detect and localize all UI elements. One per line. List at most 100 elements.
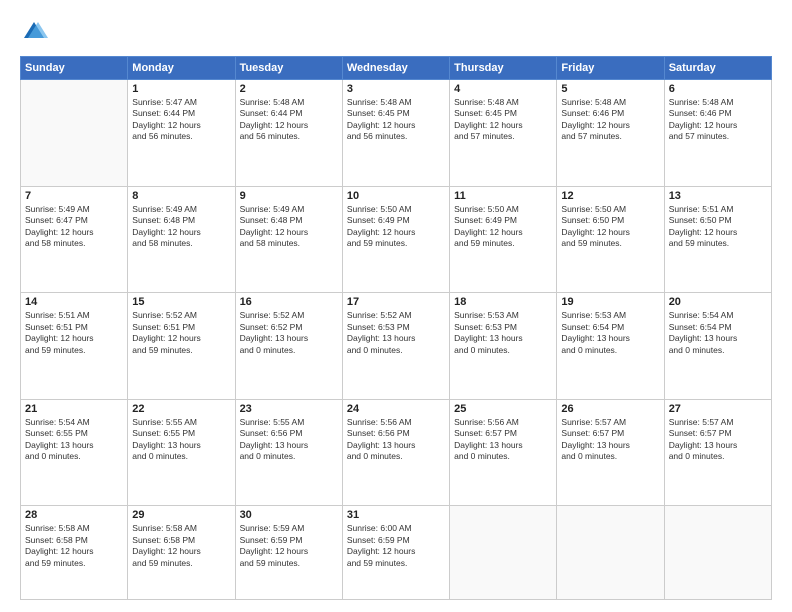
day-info: Sunrise: 5:55 AMSunset: 6:55 PMDaylight:… bbox=[132, 417, 230, 463]
day-info: Sunrise: 5:56 AMSunset: 6:56 PMDaylight:… bbox=[347, 417, 445, 463]
day-number: 24 bbox=[347, 403, 445, 415]
day-number: 21 bbox=[25, 403, 123, 415]
weekday-header: Saturday bbox=[664, 57, 771, 80]
calendar-cell: 6Sunrise: 5:48 AMSunset: 6:46 PMDaylight… bbox=[664, 80, 771, 187]
day-info: Sunrise: 5:48 AMSunset: 6:44 PMDaylight:… bbox=[240, 97, 338, 143]
day-number: 11 bbox=[454, 190, 552, 202]
logo bbox=[20, 18, 52, 46]
calendar-cell: 23 Sunrise: 5:55 AMSunset: 6:56 PMDayligh… bbox=[235, 399, 342, 506]
calendar-page: SundayMondayTuesdayWednesdayThursdayFrid… bbox=[0, 0, 792, 612]
calendar-cell: 29 Sunrise: 5:58 AMSunset: 6:58 PMDayligh… bbox=[128, 506, 235, 600]
calendar-cell: 22 Sunrise: 5:55 AMSunset: 6:55 PMDayligh… bbox=[128, 399, 235, 506]
day-info: Sunrise: 5:55 AMSunset: 6:56 PMDaylight:… bbox=[240, 417, 338, 463]
logo-icon bbox=[20, 18, 48, 46]
calendar-cell: 25 Sunrise: 5:56 AMSunset: 6:57 PMDayligh… bbox=[450, 399, 557, 506]
day-number: 3 bbox=[347, 83, 445, 95]
day-number: 4 bbox=[454, 83, 552, 95]
calendar-table: SundayMondayTuesdayWednesdayThursdayFrid… bbox=[20, 56, 772, 600]
day-info: Sunrise: 5:52 AMSunset: 6:52 PMDaylight:… bbox=[240, 310, 338, 356]
day-number: 25 bbox=[454, 403, 552, 415]
day-info: Sunrise: 5:56 AMSunset: 6:57 PMDaylight:… bbox=[454, 417, 552, 463]
weekday-header: Thursday bbox=[450, 57, 557, 80]
day-info: Sunrise: 5:52 AMSunset: 6:53 PMDaylight:… bbox=[347, 310, 445, 356]
weekday-header: Friday bbox=[557, 57, 664, 80]
day-info: Sunrise: 5:48 AMSunset: 6:45 PMDaylight:… bbox=[347, 97, 445, 143]
day-number: 1 bbox=[132, 83, 230, 95]
day-number: 26 bbox=[561, 403, 659, 415]
calendar-cell bbox=[664, 506, 771, 600]
calendar-cell: 4Sunrise: 5:48 AMSunset: 6:45 PMDaylight… bbox=[450, 80, 557, 187]
day-info: Sunrise: 5:49 AMSunset: 6:47 PMDaylight:… bbox=[25, 204, 123, 250]
day-number: 30 bbox=[240, 509, 338, 521]
calendar-cell bbox=[557, 506, 664, 600]
day-number: 16 bbox=[240, 296, 338, 308]
calendar-cell: 27 Sunrise: 5:57 AMSunset: 6:57 PMDayligh… bbox=[664, 399, 771, 506]
day-number: 14 bbox=[25, 296, 123, 308]
day-number: 23 bbox=[240, 403, 338, 415]
day-number: 10 bbox=[347, 190, 445, 202]
day-info: Sunrise: 5:58 AMSunset: 6:58 PMDaylight:… bbox=[25, 523, 123, 569]
day-info: Sunrise: 5:57 AMSunset: 6:57 PMDaylight:… bbox=[669, 417, 767, 463]
weekday-header: Monday bbox=[128, 57, 235, 80]
calendar-cell: 9Sunrise: 5:49 AMSunset: 6:48 PMDaylight… bbox=[235, 186, 342, 293]
day-number: 8 bbox=[132, 190, 230, 202]
calendar-cell: 8 Sunrise: 5:49 AMSunset: 6:48 PMDaylight… bbox=[128, 186, 235, 293]
day-info: Sunrise: 5:48 AMSunset: 6:46 PMDaylight:… bbox=[561, 97, 659, 143]
calendar-cell bbox=[21, 80, 128, 187]
calendar-cell bbox=[450, 506, 557, 600]
day-number: 18 bbox=[454, 296, 552, 308]
day-info: Sunrise: 5:57 AMSunset: 6:57 PMDaylight:… bbox=[561, 417, 659, 463]
calendar-cell: 3 Sunrise: 5:48 AMSunset: 6:45 PMDaylight… bbox=[342, 80, 449, 187]
calendar-cell: 26 Sunrise: 5:57 AMSunset: 6:57 PMDayligh… bbox=[557, 399, 664, 506]
calendar-cell: 2 Sunrise: 5:48 AMSunset: 6:44 PMDaylight… bbox=[235, 80, 342, 187]
weekday-header-row: SundayMondayTuesdayWednesdayThursdayFrid… bbox=[21, 57, 772, 80]
day-number: 12 bbox=[561, 190, 659, 202]
calendar-body: 1 Sunrise: 5:47 AMSunset: 6:44 PMDaylight… bbox=[21, 80, 772, 600]
calendar-cell: 17 Sunrise: 5:52 AMSunset: 6:53 PMDayligh… bbox=[342, 293, 449, 400]
weekday-header: Sunday bbox=[21, 57, 128, 80]
day-info: Sunrise: 5:49 AMSunset: 6:48 PMDaylight:… bbox=[132, 204, 230, 250]
calendar-cell: 5Sunrise: 5:48 AMSunset: 6:46 PMDaylight… bbox=[557, 80, 664, 187]
calendar-cell: 13 Sunrise: 5:51 AMSunset: 6:50 PMDayligh… bbox=[664, 186, 771, 293]
day-info: Sunrise: 5:50 AMSunset: 6:50 PMDaylight:… bbox=[561, 204, 659, 250]
day-number: 15 bbox=[132, 296, 230, 308]
day-info: Sunrise: 5:53 AMSunset: 6:53 PMDaylight:… bbox=[454, 310, 552, 356]
calendar-cell: 12 Sunrise: 5:50 AMSunset: 6:50 PMDayligh… bbox=[557, 186, 664, 293]
calendar-cell: 18 Sunrise: 5:53 AMSunset: 6:53 PMDayligh… bbox=[450, 293, 557, 400]
day-info: Sunrise: 5:54 AMSunset: 6:55 PMDaylight:… bbox=[25, 417, 123, 463]
day-info: Sunrise: 5:54 AMSunset: 6:54 PMDaylight:… bbox=[669, 310, 767, 356]
day-number: 7 bbox=[25, 190, 123, 202]
calendar-cell: 1 Sunrise: 5:47 AMSunset: 6:44 PMDaylight… bbox=[128, 80, 235, 187]
calendar-cell: 14 Sunrise: 5:51 AMSunset: 6:51 PMDayligh… bbox=[21, 293, 128, 400]
day-number: 13 bbox=[669, 190, 767, 202]
weekday-header: Tuesday bbox=[235, 57, 342, 80]
day-number: 28 bbox=[25, 509, 123, 521]
day-info: Sunrise: 5:51 AMSunset: 6:51 PMDaylight:… bbox=[25, 310, 123, 356]
day-info: Sunrise: 5:51 AMSunset: 6:50 PMDaylight:… bbox=[669, 204, 767, 250]
day-info: Sunrise: 6:00 AMSunset: 6:59 PMDaylight:… bbox=[347, 523, 445, 569]
day-info: Sunrise: 5:58 AMSunset: 6:58 PMDaylight:… bbox=[132, 523, 230, 569]
day-info: Sunrise: 5:49 AMSunset: 6:48 PMDaylight:… bbox=[240, 204, 338, 250]
day-number: 27 bbox=[669, 403, 767, 415]
day-number: 2 bbox=[240, 83, 338, 95]
day-number: 17 bbox=[347, 296, 445, 308]
day-info: Sunrise: 5:47 AMSunset: 6:44 PMDaylight:… bbox=[132, 97, 230, 143]
calendar-cell: 7 Sunrise: 5:49 AMSunset: 6:47 PMDaylight… bbox=[21, 186, 128, 293]
day-info: Sunrise: 5:50 AMSunset: 6:49 PMDaylight:… bbox=[454, 204, 552, 250]
calendar-week-row: 1 Sunrise: 5:47 AMSunset: 6:44 PMDaylight… bbox=[21, 80, 772, 187]
calendar-week-row: 21 Sunrise: 5:54 AMSunset: 6:55 PMDayligh… bbox=[21, 399, 772, 506]
day-number: 20 bbox=[669, 296, 767, 308]
day-number: 29 bbox=[132, 509, 230, 521]
calendar-week-row: 14 Sunrise: 5:51 AMSunset: 6:51 PMDayligh… bbox=[21, 293, 772, 400]
day-info: Sunrise: 5:50 AMSunset: 6:49 PMDaylight:… bbox=[347, 204, 445, 250]
day-info: Sunrise: 5:48 AMSunset: 6:46 PMDaylight:… bbox=[669, 97, 767, 143]
calendar-cell: 28 Sunrise: 5:58 AMSunset: 6:58 PMDayligh… bbox=[21, 506, 128, 600]
calendar-cell: 16 Sunrise: 5:52 AMSunset: 6:52 PMDayligh… bbox=[235, 293, 342, 400]
day-info: Sunrise: 5:59 AMSunset: 6:59 PMDaylight:… bbox=[240, 523, 338, 569]
calendar-cell: 15Sunrise: 5:52 AMSunset: 6:51 PMDayligh… bbox=[128, 293, 235, 400]
calendar-cell: 20 Sunrise: 5:54 AMSunset: 6:54 PMDayligh… bbox=[664, 293, 771, 400]
calendar-cell: 21 Sunrise: 5:54 AMSunset: 6:55 PMDayligh… bbox=[21, 399, 128, 506]
day-number: 22 bbox=[132, 403, 230, 415]
calendar-cell: 19Sunrise: 5:53 AMSunset: 6:54 PMDayligh… bbox=[557, 293, 664, 400]
calendar-cell: 31Sunrise: 6:00 AMSunset: 6:59 PMDayligh… bbox=[342, 506, 449, 600]
